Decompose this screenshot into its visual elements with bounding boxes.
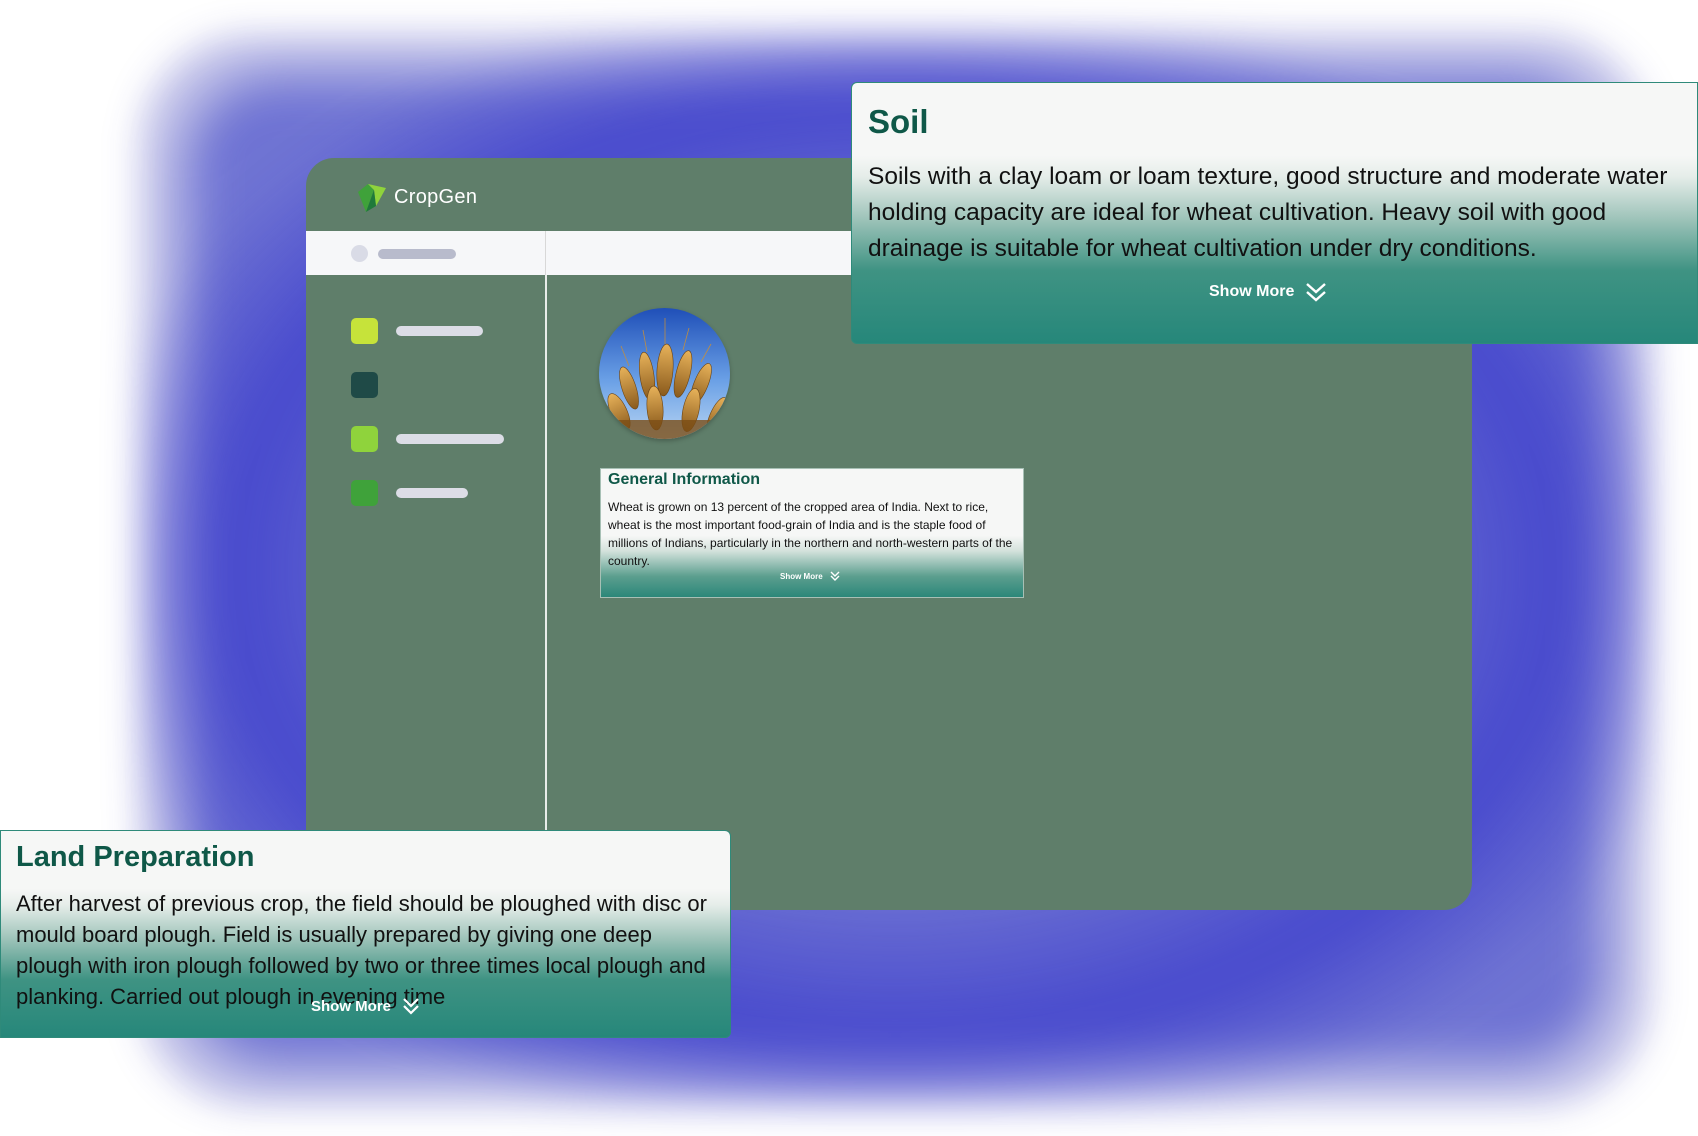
sidebar-item-label-placeholder (396, 488, 468, 498)
general-information-card: General Information Wheat is grown on 13… (600, 468, 1024, 598)
soil-card: Soil Soils with a clay loam or loam text… (851, 82, 1698, 344)
dark-teal-square-icon (351, 372, 378, 398)
top-bar-divider (545, 231, 546, 275)
chevron-double-down-icon (830, 571, 840, 581)
sidebar-divider (545, 275, 547, 910)
brand-name: CropGen (394, 185, 478, 208)
wheat-image (599, 308, 730, 439)
land-preparation-text: After harvest of previous crop, the fiel… (16, 891, 707, 1009)
land-preparation-title: Land Preparation (16, 841, 255, 873)
general-information-text: Wheat is grown on 13 percent of the crop… (608, 500, 1013, 568)
general-information-show-more-button[interactable]: Show More (780, 570, 841, 582)
cropgen-logo-icon (358, 184, 386, 212)
sidebar-item-label-placeholder (396, 434, 504, 444)
show-more-label: Show More (780, 571, 823, 581)
lime-square-icon (351, 318, 378, 344)
title-placeholder (378, 249, 456, 259)
green-square-icon (351, 426, 378, 452)
show-more-label: Show More (1209, 283, 1295, 300)
chevron-double-down-icon (403, 998, 419, 1015)
brand[interactable]: CropGen (354, 180, 477, 214)
show-more-label: Show More (311, 997, 392, 1015)
sidebar-item-label-placeholder (396, 326, 483, 336)
forest-green-square-icon (351, 480, 378, 506)
general-information-title: General Information (608, 471, 761, 488)
avatar-placeholder[interactable] (351, 245, 368, 262)
soil-text: Soils with a clay loam or loam texture, … (868, 163, 1668, 262)
soil-title: Soil (868, 103, 929, 140)
land-preparation-card: Land Preparation After harvest of previo… (0, 830, 731, 1038)
chevron-double-down-icon (1306, 283, 1327, 302)
soil-show-more-button[interactable]: Show More (1209, 281, 1328, 303)
land-preparation-show-more-button[interactable]: Show More (311, 996, 421, 1016)
